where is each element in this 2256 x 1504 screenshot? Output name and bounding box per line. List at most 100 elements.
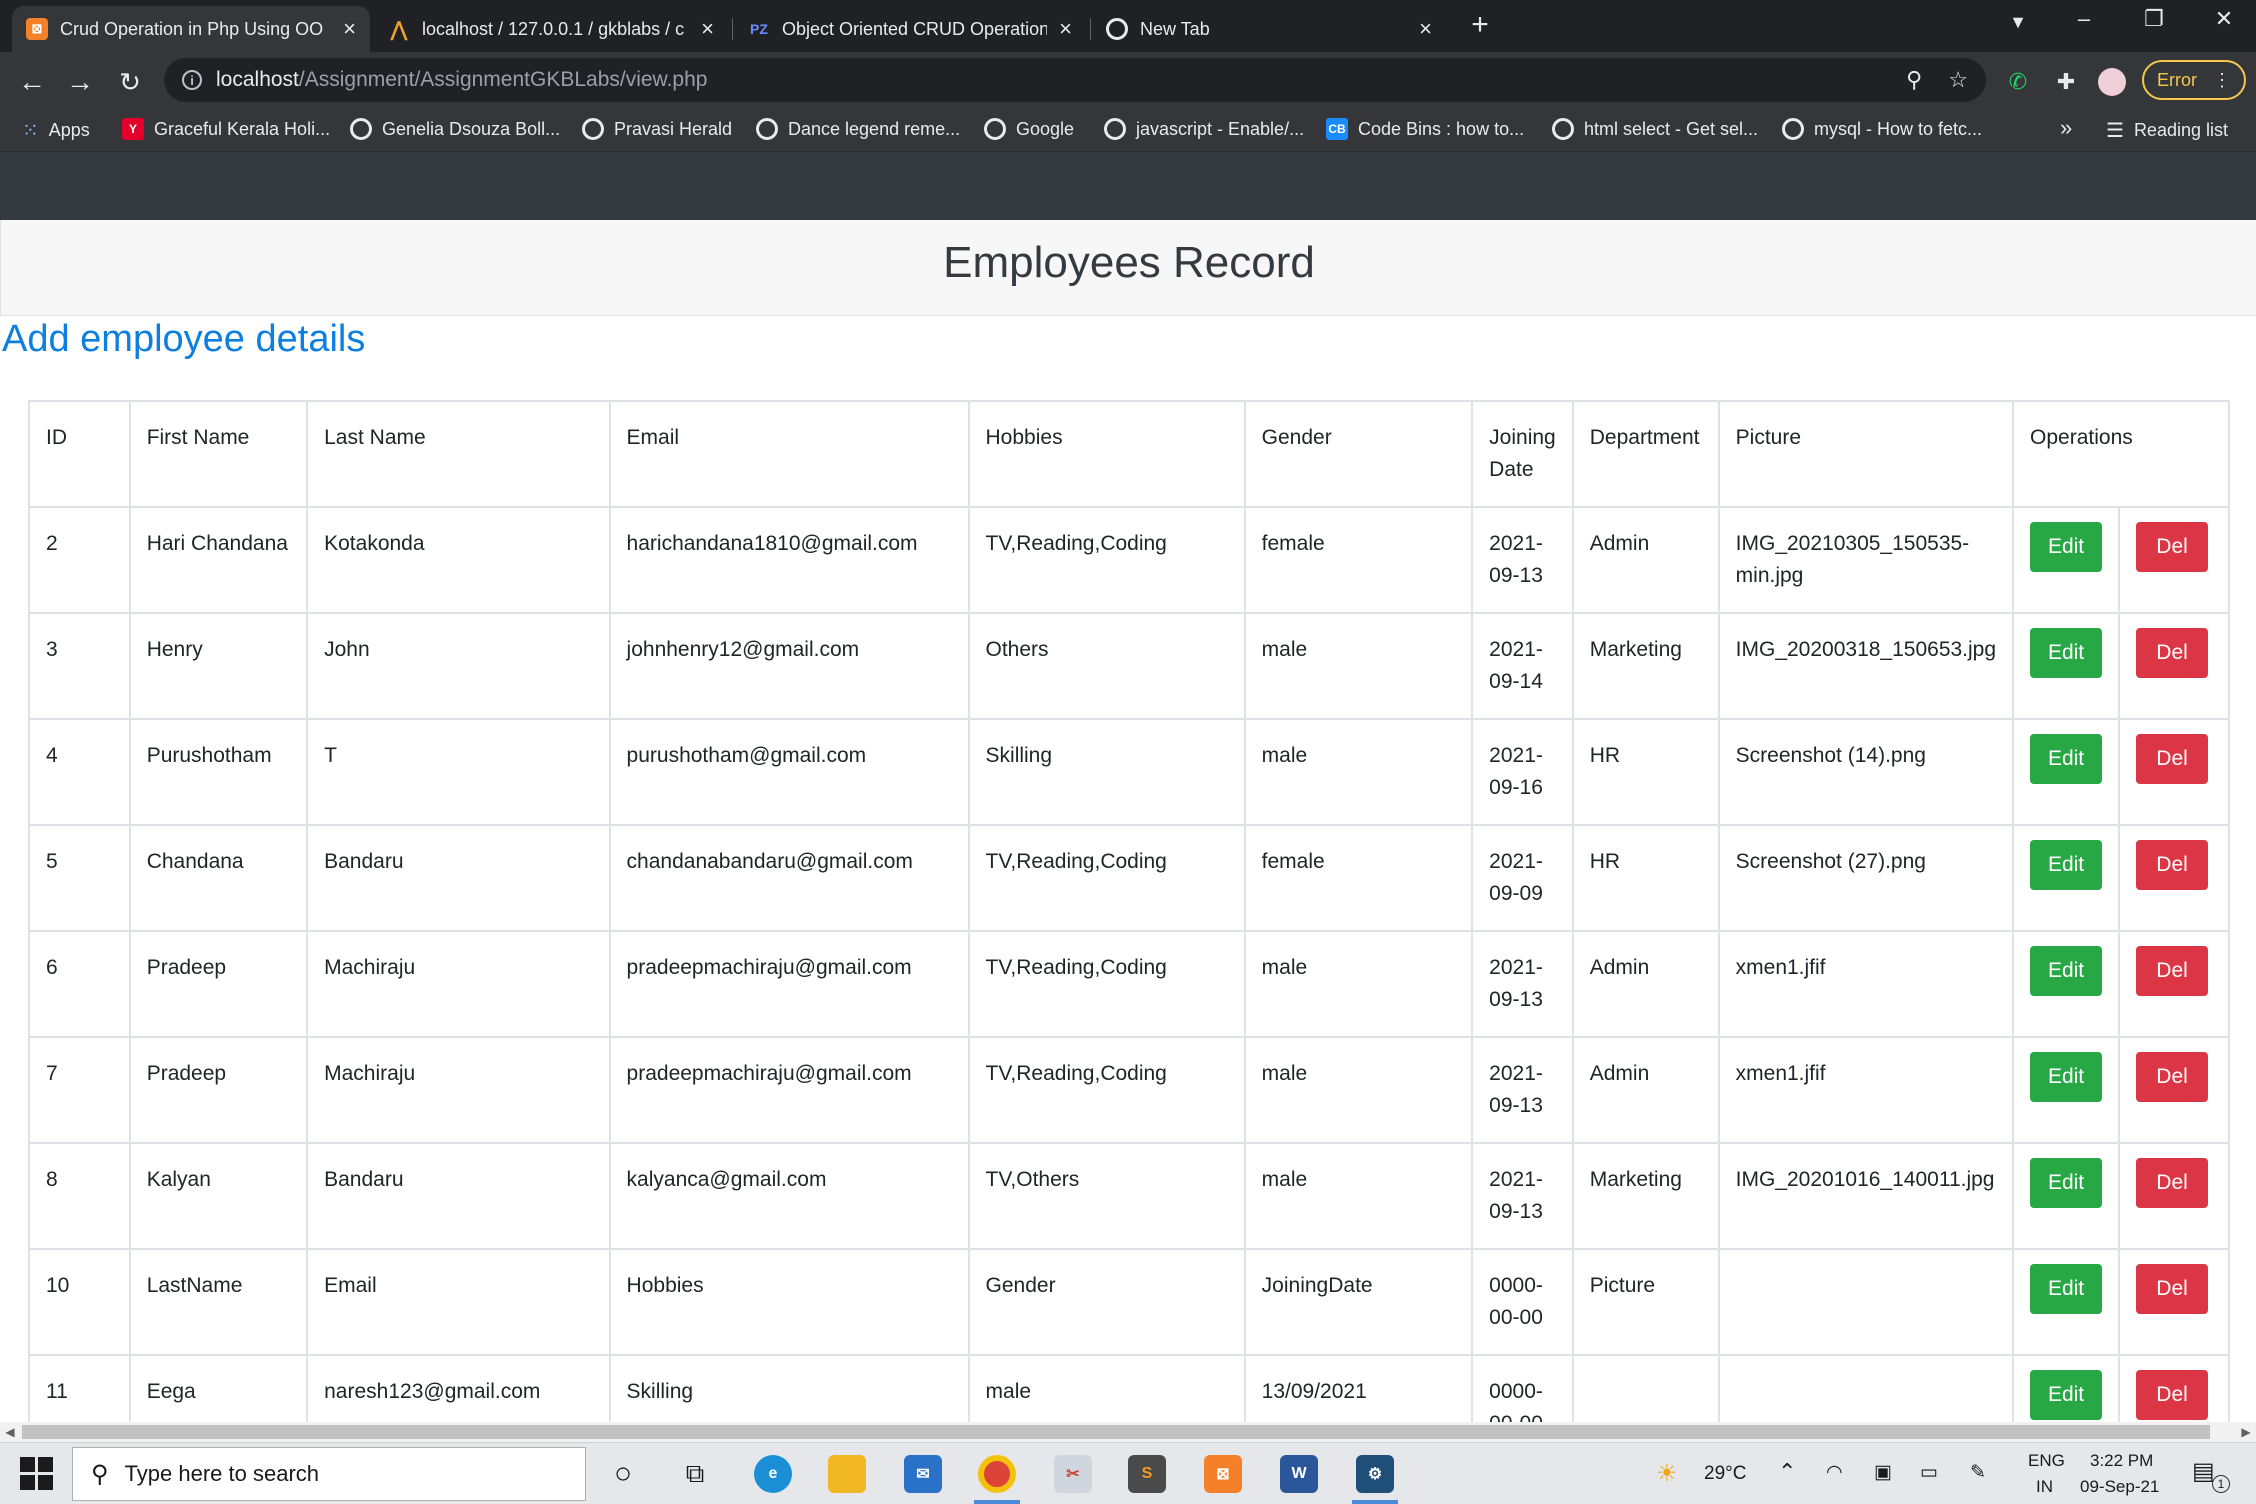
bookmark-graceful-kerala[interactable]: Y Graceful Kerala Holi...	[122, 118, 330, 140]
edit-button[interactable]: Edit	[2030, 1370, 2103, 1420]
bookmarks-bar: ⁙ Apps Y Graceful Kerala Holi... Genelia…	[0, 110, 2256, 152]
edit-button[interactable]: Edit	[2030, 522, 2103, 572]
cell-id: 2	[28, 506, 131, 614]
bookmarks-overflow-chevron-icon[interactable]: »	[2060, 115, 2072, 141]
address-bar[interactable]: i localhost/Assignment/AssignmentGKBLabs…	[164, 58, 1986, 102]
delete-button[interactable]: Del	[2136, 946, 2209, 996]
bookmark-star-icon[interactable]: ☆	[1948, 67, 1968, 93]
tab-crud-operation[interactable]: ⊠ Crud Operation in Php Using OO ×	[12, 6, 370, 52]
delete-button[interactable]: Del	[2136, 734, 2209, 784]
site-info-icon[interactable]: i	[182, 70, 202, 90]
bookmark-html-select[interactable]: html select - Get sel...	[1552, 118, 1758, 140]
cell-id: 7	[28, 1036, 131, 1144]
input-region[interactable]: IN	[2036, 1477, 2053, 1497]
taskbar-search-box[interactable]: ⚲ Type here to search	[72, 1447, 586, 1501]
bookmark-apps[interactable]: ⁙ Apps	[22, 118, 90, 143]
minimize-icon[interactable]: –	[2064, 6, 2104, 32]
globe-icon	[984, 118, 1006, 140]
tab-new-tab[interactable]: New Tab ×	[1092, 6, 1446, 52]
edit-button[interactable]: Edit	[2030, 1052, 2103, 1102]
clock-time[interactable]: 3:22 PM	[2090, 1451, 2153, 1471]
meet-now-icon[interactable]: ▣	[1874, 1461, 1892, 1484]
profile-avatar[interactable]	[2098, 68, 2126, 96]
vscode-like-app-icon[interactable]: ⚙	[1356, 1455, 1394, 1493]
edge-browser-icon[interactable]: e	[754, 1455, 792, 1493]
cell-delete: Del	[2118, 930, 2230, 1038]
pen-icon[interactable]: ✎	[1970, 1461, 1986, 1484]
file-explorer-icon[interactable]	[828, 1455, 866, 1493]
cell-hobbies: TV,Reading,Coding	[967, 1036, 1246, 1144]
edit-button[interactable]: Edit	[2030, 1264, 2103, 1314]
bookmark-javascript-enable[interactable]: javascript - Enable/...	[1104, 118, 1304, 140]
bookmark-google[interactable]: Google	[984, 118, 1074, 140]
new-tab-plus-icon[interactable]: +	[1460, 8, 1500, 42]
scrollbar-thumb[interactable]	[22, 1425, 2210, 1439]
browser-tab-strip: ⊠ Crud Operation in Php Using OO × ⋀ loc…	[0, 0, 2256, 52]
column-header-department: Department	[1571, 400, 1720, 508]
edit-button[interactable]: Edit	[2030, 1158, 2103, 1208]
clock-date[interactable]: 09-Sep-21	[2080, 1477, 2159, 1497]
delete-button[interactable]: Del	[2136, 628, 2209, 678]
tab-phpmyadmin[interactable]: ⋀ localhost / 127.0.0.1 / gkblabs / c ×	[374, 6, 728, 52]
mail-icon[interactable]: ✉	[904, 1455, 942, 1493]
bookmark-mysql-fetch[interactable]: mysql - How to fetc...	[1782, 118, 1982, 140]
scroll-right-arrow-icon[interactable]: ▶	[2236, 1422, 2256, 1442]
tab-search-icon[interactable]: ▼	[1998, 12, 2038, 33]
windows-start-icon[interactable]	[20, 1457, 54, 1491]
delete-button[interactable]: Del	[2136, 522, 2209, 572]
edit-button[interactable]: Edit	[2030, 946, 2103, 996]
wifi-icon[interactable]: ◠	[1826, 1461, 1843, 1484]
delete-button[interactable]: Del	[2136, 1158, 2209, 1208]
close-tab-icon[interactable]: ×	[1419, 18, 1432, 40]
profile-error-button[interactable]: Error ⋮	[2142, 60, 2246, 100]
delete-button[interactable]: Del	[2136, 840, 2209, 890]
cell-delete: Del	[2118, 1036, 2230, 1144]
window-close-icon[interactable]: ✕	[2204, 6, 2244, 32]
task-view-icon[interactable]: ⧉	[674, 1453, 716, 1495]
input-language[interactable]: ENG	[2028, 1451, 2065, 1471]
cortana-circle-icon[interactable]: ○	[602, 1453, 644, 1495]
whatsapp-extension-icon[interactable]: ✆	[2004, 68, 2032, 96]
cell-joining-date: 0000-00-00	[1471, 1248, 1574, 1356]
chrome-taskbar-icon[interactable]	[978, 1455, 1016, 1493]
bookmark-genelia[interactable]: Genelia Dsouza Boll...	[350, 118, 560, 140]
back-arrow-icon[interactable]: ←	[14, 64, 50, 100]
show-hidden-icons-chevron-icon[interactable]: ⌃	[1778, 1459, 1796, 1485]
snipping-tool-icon[interactable]: ✂	[1054, 1455, 1092, 1493]
cell-last-name: T	[306, 718, 611, 826]
table-row: 2 Hari Chandana Kotakonda harichandana1810@…	[28, 506, 2230, 614]
extensions-puzzle-icon[interactable]: ✚	[2052, 68, 2080, 96]
bookmark-pravasi-herald[interactable]: Pravasi Herald	[582, 118, 732, 140]
cell-id: 3	[28, 612, 131, 720]
scroll-left-arrow-icon[interactable]: ◀	[0, 1422, 20, 1442]
edit-button[interactable]: Edit	[2030, 734, 2103, 784]
close-tab-icon[interactable]: ×	[343, 18, 356, 40]
reading-list-button[interactable]: ☰ Reading list	[2106, 118, 2228, 143]
add-employee-link[interactable]: Add employee details	[2, 318, 365, 361]
horizontal-scrollbar[interactable]: ◀ ▶	[0, 1422, 2256, 1442]
edit-button[interactable]: Edit	[2030, 628, 2103, 678]
delete-button[interactable]: Del	[2136, 1370, 2209, 1420]
cell-hobbies: TV,Others	[967, 1142, 1246, 1250]
cell-delete: Del	[2118, 824, 2230, 932]
battery-icon[interactable]: ▭	[1920, 1461, 1938, 1484]
cell-email: pradeepmachiraju@gmail.com	[608, 1036, 970, 1144]
sublime-text-icon[interactable]: S	[1128, 1455, 1166, 1493]
word-icon[interactable]: W	[1280, 1455, 1318, 1493]
reload-icon[interactable]: ↻	[112, 64, 148, 100]
zoom-icon[interactable]: ⚲	[1906, 67, 1922, 93]
xampp-taskbar-icon[interactable]: ⊠	[1204, 1455, 1242, 1493]
delete-button[interactable]: Del	[2136, 1264, 2209, 1314]
restore-icon[interactable]: ❐	[2134, 6, 2174, 32]
close-tab-icon[interactable]: ×	[701, 18, 714, 40]
more-menu-icon[interactable]: ⋮	[2213, 70, 2231, 91]
close-tab-icon[interactable]: ×	[1059, 18, 1072, 40]
forward-arrow-icon[interactable]: →	[62, 64, 98, 100]
bookmark-dance-legend[interactable]: Dance legend reme...	[756, 118, 960, 140]
weather-temperature[interactable]: 29°C	[1704, 1463, 1746, 1485]
tab-object-oriented-crud[interactable]: PZ Object Oriented CRUD Operation ×	[734, 6, 1086, 52]
edit-button[interactable]: Edit	[2030, 840, 2103, 890]
bookmark-code-bins[interactable]: CB Code Bins : how to...	[1326, 118, 1524, 140]
delete-button[interactable]: Del	[2136, 1052, 2209, 1102]
phpmyadmin-favicon-icon: ⋀	[390, 18, 408, 41]
